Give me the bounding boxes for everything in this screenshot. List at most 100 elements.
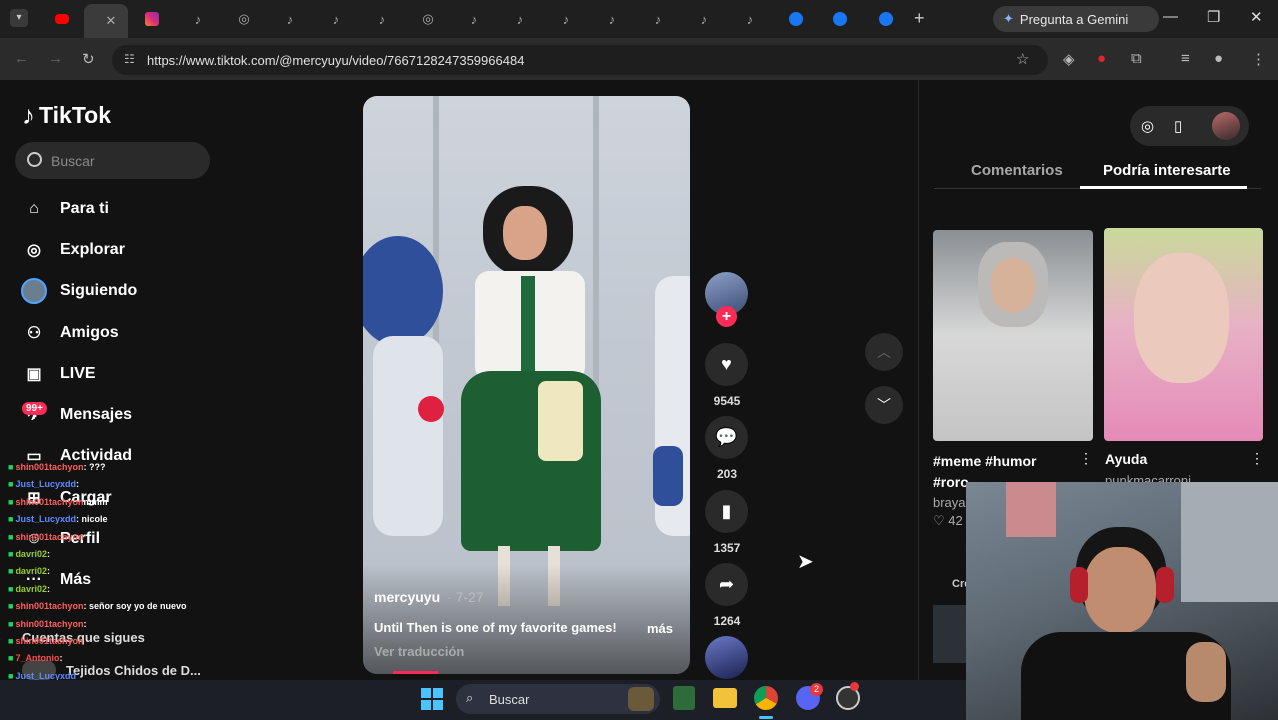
sidebar-item-siguiendo[interactable]: Siguiendo	[20, 278, 137, 304]
tab-tiktok-4[interactable]: ♪	[360, 6, 404, 32]
tab-tiktok-10[interactable]: ♪	[682, 6, 726, 32]
like-button[interactable]: ♥	[705, 343, 748, 386]
tab-facebook-2[interactable]	[818, 6, 862, 32]
close-tab-icon[interactable]: ✕	[106, 13, 117, 29]
comment-button[interactable]: 💬	[705, 416, 748, 459]
chat-text: : ???	[83, 462, 106, 472]
chat-badge-icon: ■	[8, 601, 14, 612]
chat-text: :	[46, 583, 50, 594]
tab-tiktok-2[interactable]: ♪	[268, 6, 312, 32]
previous-video-button[interactable]: ︿	[865, 333, 903, 371]
extensions-puzzle-icon[interactable]: ⧉	[1131, 50, 1142, 67]
tab-web-1[interactable]: ◎	[222, 6, 266, 32]
card-author-1[interactable]: braya	[933, 495, 966, 510]
sidebar-item-amigos[interactable]: ⚇ Amigos	[20, 321, 119, 345]
video-thumbnail-1[interactable]	[933, 230, 1093, 441]
back-icon[interactable]: ←	[14, 50, 29, 67]
sidebar-item-para-ti[interactable]: ⌂ Para ti	[20, 197, 109, 221]
taskbar-search[interactable]: ⌕ Buscar	[456, 684, 660, 714]
bookmark-star-icon[interactable]: ☆	[1016, 50, 1029, 68]
sidebar-item-live[interactable]: ▣ LIVE	[20, 362, 95, 386]
video-thumbnail-2[interactable]	[1104, 228, 1263, 441]
search-input[interactable]: Buscar	[15, 142, 210, 179]
tab-youtube[interactable]	[40, 6, 84, 32]
tab-tiktok-6[interactable]: ♪	[498, 6, 542, 32]
compass-icon: ◎	[27, 242, 41, 259]
chat-message: ■ shin001tachyon: ???	[8, 459, 218, 476]
minimize-button[interactable]: —	[1163, 8, 1178, 25]
card-options-icon-1[interactable]: ⋮	[1079, 450, 1093, 467]
file-explorer-icon[interactable]	[713, 688, 737, 708]
chat-badge-icon: ■	[8, 548, 14, 559]
site-info-icon[interactable]: ☷	[124, 52, 135, 66]
tab-tiktok-9[interactable]: ♪	[636, 6, 680, 32]
chat-badge-icon: ■	[8, 618, 14, 629]
video-caption: Until Then is one of my favorite games!	[374, 620, 617, 635]
device-icon[interactable]: ▯	[1174, 117, 1182, 135]
chat-message: ■ Just_Lucyxdd:	[8, 476, 218, 493]
tab-tiktok-8[interactable]: ♪	[590, 6, 634, 32]
save-button[interactable]: ▮	[705, 490, 748, 533]
tab-comentarios[interactable]: Comentarios	[971, 162, 1063, 179]
translate-link[interactable]: Ver traducción	[374, 644, 464, 659]
tiktok-logo[interactable]: ♪ TikTok	[22, 100, 111, 131]
tab-instagram[interactable]	[130, 6, 174, 32]
explore-icon[interactable]: ◎	[1141, 117, 1154, 135]
user-avatar[interactable]	[1212, 112, 1240, 140]
chat-username: davri02	[15, 548, 47, 559]
video-player[interactable]: mercyuyu · 7-27 Until Then is one of my …	[363, 96, 690, 674]
card-caption-2[interactable]: Ayuda	[1105, 451, 1147, 467]
partial-thumbnail[interactable]	[933, 605, 966, 663]
bookmark-icon: ▮	[721, 501, 732, 521]
tab-tiktok-7[interactable]: ♪	[544, 6, 588, 32]
tab-active[interactable]: ✕	[84, 4, 128, 38]
browser-menu-icon[interactable]: ⋮	[1251, 50, 1266, 68]
gemini-button[interactable]: ✦ Pregunta a Gemini	[993, 6, 1159, 32]
new-tab-button[interactable]: +	[914, 8, 925, 29]
url-text: https://www.tiktok.com/@mercyuyu/video/7…	[147, 52, 525, 68]
card-options-icon-2[interactable]: ⋮	[1250, 450, 1264, 467]
sidebar-item-label: Explorar	[60, 241, 125, 258]
tab-tiktok-3[interactable]: ♪	[314, 6, 358, 32]
poster	[1006, 482, 1056, 537]
live-icon: ▣	[26, 366, 42, 383]
tab-list-chevron-icon[interactable]: ▾	[10, 9, 28, 27]
sidebar-item-label: Mensajes	[60, 406, 133, 423]
address-bar[interactable]: ☷ https://www.tiktok.com/@mercyuyu/video…	[112, 45, 1048, 75]
xbox-app-icon[interactable]	[673, 686, 695, 710]
extension-icon-2[interactable]: ●	[1097, 50, 1106, 67]
share-button[interactable]: ➦	[705, 563, 748, 606]
tab-facebook-3[interactable]	[864, 6, 908, 32]
maximize-button[interactable]: ❐	[1207, 8, 1220, 26]
chat-badge-icon: ■	[8, 479, 14, 490]
music-disc[interactable]	[705, 636, 748, 679]
chat-message: ■ davri02:	[8, 563, 218, 580]
tiktok-note-icon: ♪	[22, 100, 35, 130]
active-tab-underline	[1080, 186, 1247, 189]
profile-avatar-icon[interactable]: ●	[1214, 50, 1223, 67]
tab-tiktok-5[interactable]: ♪	[452, 6, 496, 32]
follow-plus-button[interactable]: +	[716, 306, 737, 327]
caption-more-link[interactable]: más	[647, 621, 673, 636]
extension-icon-1[interactable]: ◈	[1063, 50, 1075, 68]
heart-outline-icon: ♡	[933, 513, 945, 528]
chrome-icon[interactable]	[754, 686, 778, 710]
windows-start-icon[interactable]	[421, 688, 443, 710]
like-count: 9545	[713, 394, 741, 408]
next-video-button[interactable]: ﹀	[865, 386, 903, 424]
media-control-icon[interactable]: ≡	[1181, 50, 1190, 67]
close-window-button[interactable]: ✕	[1250, 8, 1263, 26]
chat-text: :	[46, 548, 50, 559]
chat-username: 7_Antonio	[15, 653, 60, 664]
video-username[interactable]: mercyuyu	[374, 589, 440, 605]
tab-tiktok-11[interactable]: ♪	[728, 6, 772, 32]
reload-icon[interactable]: ↻	[82, 50, 95, 68]
video-progress-bar[interactable]	[393, 671, 438, 674]
tab-web-2[interactable]: ◎	[406, 6, 450, 32]
tab-facebook-1[interactable]	[774, 6, 818, 32]
forward-icon[interactable]: →	[48, 50, 63, 67]
video-author[interactable]: mercyuyu · 7-27	[374, 589, 484, 605]
tab-podria-interesarte[interactable]: Podría interesarte	[1103, 162, 1231, 179]
sidebar-item-explorar[interactable]: ◎ Explorar	[20, 238, 125, 262]
tab-tiktok-1[interactable]: ♪	[176, 6, 220, 32]
